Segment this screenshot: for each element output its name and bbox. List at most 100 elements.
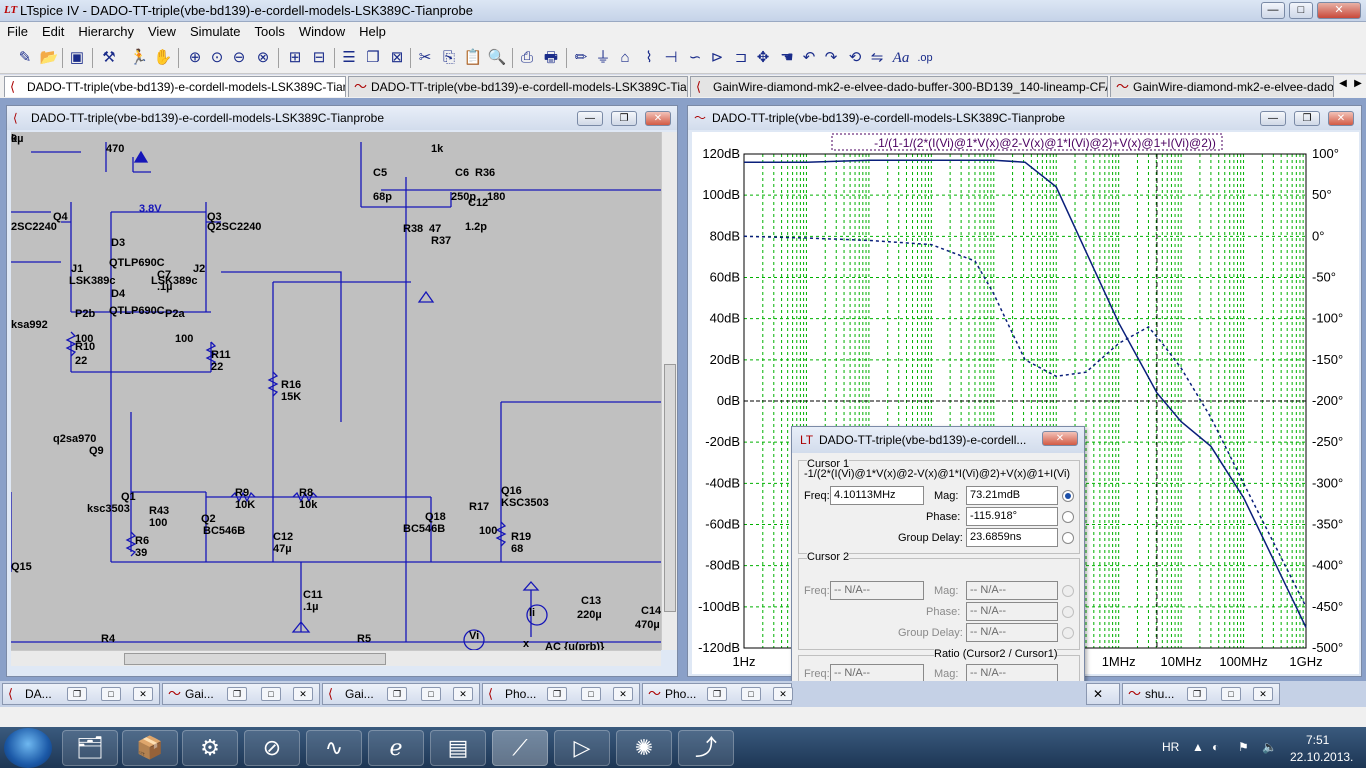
menu-file[interactable]: File — [0, 22, 35, 39]
green-app-taskbar-icon[interactable]: ▷ — [554, 730, 610, 766]
close-button[interactable]: ✕ — [1317, 2, 1361, 19]
cursor2-mag-field[interactable]: -- N/A-- — [966, 581, 1058, 600]
tab-schematic-2[interactable]: ⟨ GainWire-diamond-mk2-e-elvee-dado-buffe… — [690, 76, 1108, 97]
zoom-in-icon[interactable]: ⊕ — [184, 47, 206, 69]
maximize-button[interactable]: □ — [1289, 2, 1313, 19]
cursor2-group-delay-radio[interactable] — [1062, 627, 1074, 639]
zoom-out-icon[interactable]: ⊖ — [228, 47, 250, 69]
close-icon[interactable]: ✕ — [293, 687, 313, 701]
menu-hierarchy[interactable]: Hierarchy — [71, 22, 141, 39]
cursor1-phase-field[interactable]: -115.918° — [966, 507, 1058, 526]
ground-icon[interactable]: ⏚ — [592, 47, 614, 69]
draw-wire-icon[interactable]: ✏ — [570, 47, 592, 69]
redo-icon[interactable]: ↷ — [820, 47, 842, 69]
close-icon[interactable]: ✕ — [1253, 687, 1273, 701]
schematic-restore-button[interactable]: ❐ — [611, 111, 637, 126]
menu-edit[interactable]: Edit — [35, 22, 71, 39]
move-icon[interactable]: ✥ — [752, 47, 774, 69]
volume-icon[interactable]: 🔈 — [1262, 740, 1277, 754]
schematic-hscroll-thumb[interactable] — [124, 653, 386, 665]
images-taskbar-icon[interactable]: ▤ — [430, 730, 486, 766]
language-indicator[interactable]: HR — [1162, 740, 1179, 754]
cut-icon[interactable]: ✂ — [414, 47, 436, 69]
restore-icon[interactable]: ❐ — [67, 687, 87, 701]
cursor1-group-delay-field[interactable]: 23.6859ns — [966, 528, 1058, 547]
maximize-icon[interactable]: □ — [421, 687, 441, 701]
cursor1-phase-radio[interactable] — [1062, 511, 1074, 523]
archive-taskbar-icon[interactable]: 📦 — [122, 730, 178, 766]
explorer-taskbar-icon[interactable]: 🗂 — [62, 730, 118, 766]
cursor1-freq-field[interactable]: 4.10113MHz — [830, 486, 924, 505]
clock-date[interactable]: 22.10.2013. — [1290, 750, 1353, 764]
cursor1-mag-field[interactable]: 73.21mdB — [966, 486, 1058, 505]
oscilloscope-taskbar-icon[interactable]: ∿ — [306, 730, 362, 766]
diode-icon[interactable]: ⊳ — [706, 47, 728, 69]
rotate-icon[interactable]: ⟲ — [844, 47, 866, 69]
tab-scroll-right-icon[interactable]: ▶ — [1351, 78, 1365, 94]
tab-scroll-left-icon[interactable]: ◀ — [1336, 78, 1350, 94]
network-icon[interactable]: ◐ — [1212, 740, 1219, 754]
cursor2-mag-radio[interactable] — [1062, 585, 1074, 597]
minimized-window-3[interactable]: ⟨ Gai... ❐ □ ✕ — [322, 683, 480, 705]
pan-icon[interactable]: ⊙ — [206, 47, 228, 69]
schematic-vscroll-thumb[interactable] — [664, 364, 676, 612]
cursor2-freq-field[interactable]: -- N/A-- — [830, 581, 924, 600]
minimized-window-partial[interactable]: ✕ — [1086, 683, 1120, 705]
schematic-minimize-button[interactable]: — — [577, 111, 603, 126]
tool-taskbar-icon[interactable]: ⚙ — [182, 730, 238, 766]
resistor-icon[interactable]: ⌇ — [638, 47, 660, 69]
run-icon[interactable]: 🏃 — [128, 47, 150, 69]
halt-icon[interactable]: ✋ — [152, 47, 174, 69]
minimize-button[interactable]: — — [1261, 2, 1285, 19]
waveform-close-button[interactable]: ✕ — [1328, 111, 1354, 126]
maximize-icon[interactable]: □ — [1221, 687, 1241, 701]
close-all-icon[interactable]: ⊠ — [386, 47, 408, 69]
internet-explorer-taskbar-icon[interactable]: ℯ — [368, 730, 424, 766]
waveform-restore-button[interactable]: ❐ — [1294, 111, 1320, 126]
cursor2-phase-field[interactable]: -- N/A-- — [966, 602, 1058, 621]
cursor-dialog-close-button[interactable]: ✕ — [1042, 431, 1078, 446]
menu-window[interactable]: Window — [292, 22, 352, 39]
text-icon[interactable]: Aa — [890, 47, 912, 69]
cursor1-group-delay-radio[interactable] — [1062, 532, 1074, 544]
media-taskbar-icon[interactable]: ⊘ — [244, 730, 300, 766]
label-net-icon[interactable]: ⌂ — [614, 47, 636, 69]
undo-icon[interactable]: ↶ — [798, 47, 820, 69]
print-icon[interactable]: 🖶 — [540, 47, 562, 69]
flag-icon[interactable]: ⚑ — [1238, 740, 1249, 754]
schematic-canvas[interactable]: 470 3.8V Q4 Q3 2SC2240 Q2SC2240 D3 QTLP690C J1 LS… — [11, 132, 661, 650]
cursor2-group-delay-field[interactable]: -- N/A-- — [966, 623, 1058, 642]
tab-schematic-1[interactable]: ⟨ DADO-TT-triple(vbe-bd139)-e-cordell-mod… — [4, 76, 346, 97]
cascade-icon[interactable]: ❐ — [362, 47, 384, 69]
minimized-window-2[interactable]: 〜 Gai... ❐ □ ✕ — [162, 683, 320, 705]
close-icon[interactable]: ✕ — [453, 687, 473, 701]
inductor-icon[interactable]: ∽ — [684, 47, 706, 69]
mirror-icon[interactable]: ⇋ — [866, 47, 888, 69]
schematic-close-button[interactable]: ✕ — [645, 111, 671, 126]
menu-simulate[interactable]: Simulate — [183, 22, 248, 39]
menu-tools[interactable]: Tools — [248, 22, 292, 39]
tray-arrow-icon[interactable]: ▲ — [1192, 740, 1204, 754]
spice-directive-icon[interactable]: .op — [914, 47, 936, 69]
tab-waveform-1[interactable]: 〜 DADO-TT-triple(vbe-bd139)-e-cordell-mod… — [348, 76, 688, 97]
capacitor-icon[interactable]: ⊣ — [660, 47, 682, 69]
grid-icon[interactable]: ⊟ — [308, 47, 330, 69]
component-icon[interactable]: ⊐ — [730, 47, 752, 69]
minimized-window-5[interactable]: 〜 Pho... ❐ □ ✕ — [642, 683, 793, 705]
tile-horizontal-icon[interactable]: ☰ — [338, 47, 360, 69]
minimized-window-6[interactable]: 〜 shu... ❐ □ ✕ — [1122, 683, 1280, 705]
restore-icon[interactable]: ❐ — [707, 687, 727, 701]
schematic-hscrollbar[interactable] — [11, 650, 661, 666]
print-setup-icon[interactable]: ⎙ — [516, 47, 538, 69]
maximize-icon[interactable]: □ — [581, 687, 601, 701]
menu-help[interactable]: Help — [352, 22, 393, 39]
minimized-window-1[interactable]: ⟨ DA... ❐ □ ✕ — [2, 683, 160, 705]
waveform-minimize-button[interactable]: — — [1260, 111, 1286, 126]
close-icon[interactable]: ✕ — [613, 687, 633, 701]
schematic-vscrollbar[interactable] — [661, 132, 677, 650]
autorange-icon[interactable]: ⊞ — [284, 47, 306, 69]
cursor2-phase-radio[interactable] — [1062, 606, 1074, 618]
minimized-window-4[interactable]: ⟨ Pho... ❐ □ ✕ — [482, 683, 640, 705]
restore-icon[interactable]: ❐ — [387, 687, 407, 701]
control-panel-icon[interactable]: ⚒ — [98, 47, 120, 69]
